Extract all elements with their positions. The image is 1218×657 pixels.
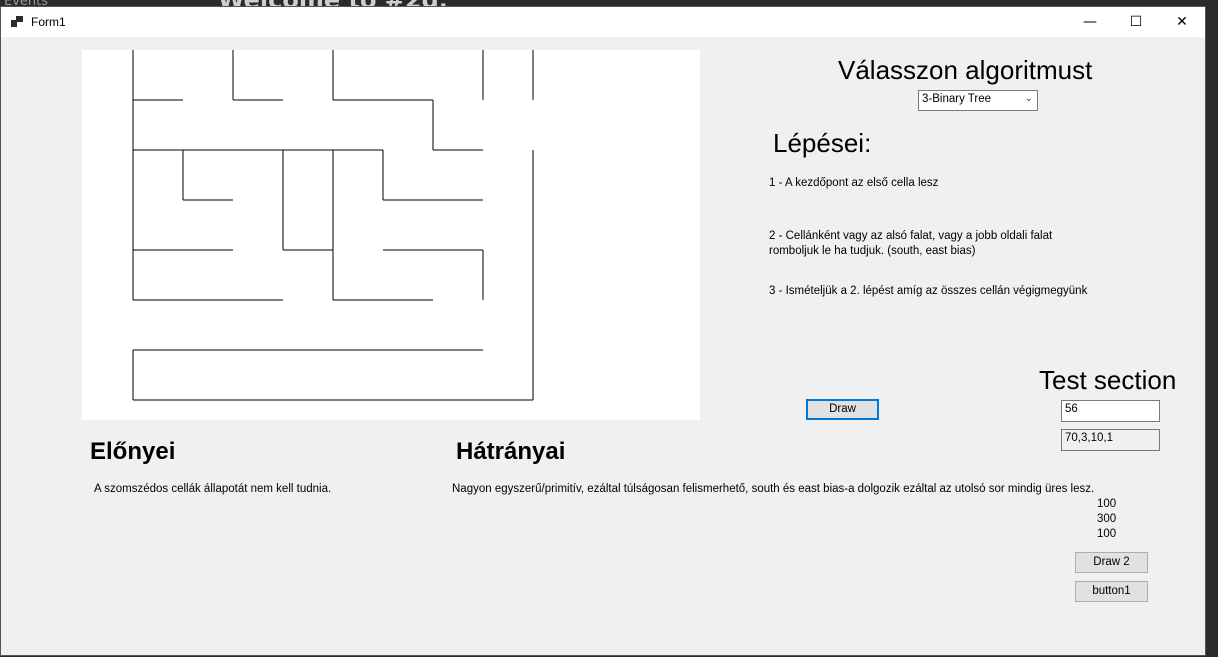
draw-2-button[interactable]: Draw 2 (1075, 552, 1148, 573)
maximize-button[interactable]: ☐ (1113, 7, 1159, 37)
maze-drawing (132, 50, 534, 401)
app-icon (11, 16, 23, 28)
step-2-line-1: 2 - Cellánként vagy az alsó falat, vagy … (769, 230, 1053, 242)
cons-text: Nagyon egyszerű/primitív, ezáltal túlság… (452, 483, 1095, 495)
pros-heading: Előnyei (90, 438, 176, 465)
algorithm-select-value: 3-Binary Tree (922, 93, 992, 105)
algorithm-heading: Válasszon algoritmust (838, 55, 1093, 85)
pros-text: A szomszédos cellák állapotát nem kell t… (94, 483, 332, 495)
title-bar[interactable]: Form1 — ☐ ✕ (1, 7, 1205, 37)
close-icon: ✕ (1176, 14, 1188, 30)
step-3-text: 3 - Ismételjük a 2. lépést amíg az össze… (769, 285, 1088, 297)
draw-button[interactable]: Draw (806, 399, 879, 420)
cons-heading: Hátrányai (456, 438, 566, 465)
maximize-icon: ☐ (1129, 14, 1143, 30)
test-section-heading: Test section (1039, 365, 1177, 395)
chevron-down-icon: ⌄ (1024, 93, 1033, 104)
minimize-button[interactable]: — (1067, 7, 1113, 37)
test-readonly-field[interactable]: 70,3,10,1 (1061, 429, 1160, 451)
window-title: Form1 (31, 15, 66, 29)
steps-heading: Lépései: (773, 128, 872, 158)
form-window: Form1 — ☐ ✕ Válasszon algoritmust 3-Bina… (0, 6, 1206, 656)
number-label-1: 100 (1097, 498, 1117, 510)
step-1-text: 1 - A kezdőpont az első cella lesz (769, 177, 939, 189)
test-input[interactable]: 56 (1061, 400, 1160, 422)
algorithm-select[interactable]: 3-Binary Tree ⌄ (918, 90, 1038, 111)
number-label-3: 100 (1097, 528, 1117, 540)
maze-canvas (82, 50, 700, 420)
button1[interactable]: button1 (1075, 581, 1148, 602)
step-2-line-2: romboljuk le ha tudjuk. (south, east bia… (769, 245, 976, 257)
close-button[interactable]: ✕ (1159, 7, 1205, 37)
number-label-2: 300 (1097, 513, 1117, 525)
minimize-icon: — (1083, 14, 1097, 30)
